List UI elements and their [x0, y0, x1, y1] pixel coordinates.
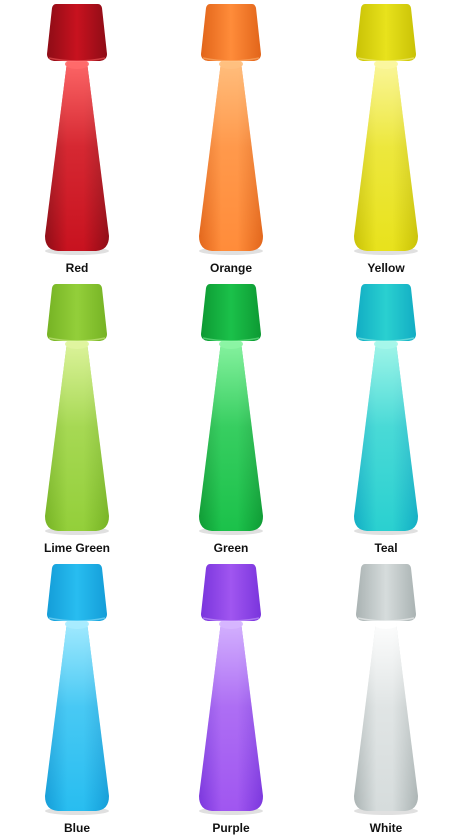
lamp-label: Lime Green — [43, 541, 111, 555]
lamp-label: White — [369, 821, 403, 835]
lamp-label: Blue — [63, 821, 90, 835]
lamp-label: Red — [65, 261, 89, 275]
lamp-green-image — [199, 284, 263, 535]
lamp-orange-image — [199, 4, 263, 255]
lamp-lime-green-image — [45, 284, 109, 535]
lamp-white-image — [354, 564, 418, 815]
lamp-tile-yellow: Yellow — [309, 0, 463, 280]
lamp-label: Teal — [374, 541, 398, 555]
lamp-label: Yellow — [367, 261, 405, 275]
lamp-tile-teal: Teal — [309, 280, 463, 560]
lamp-label: Orange — [209, 261, 252, 275]
lamp-yellow-image — [354, 4, 418, 255]
lamp-purple-image — [199, 564, 263, 815]
lamp-tile-red: Red — [0, 0, 154, 280]
lamp-tile-purple: Purple — [154, 560, 308, 840]
lamp-teal-image — [354, 284, 418, 535]
lamp-blue-image — [45, 564, 109, 815]
lamp-color-grid: Red Orange Yellow Lime Green Green Teal … — [0, 0, 463, 840]
lamp-label: Purple — [212, 821, 250, 835]
lamp-tile-orange: Orange — [154, 0, 308, 280]
lamp-tile-green: Green — [154, 280, 308, 560]
lamp-tile-lime-green: Lime Green — [0, 280, 154, 560]
lamp-red-image — [45, 4, 109, 255]
lamp-tile-blue: Blue — [0, 560, 154, 840]
lamp-tile-white: White — [309, 560, 463, 840]
lamp-label: Green — [213, 541, 249, 555]
